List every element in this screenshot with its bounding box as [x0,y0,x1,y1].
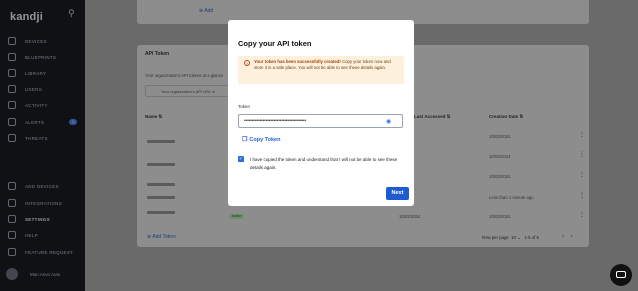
next-button[interactable]: Next [386,187,409,200]
row-creation-date: 10/02/2024 [489,134,511,139]
row-more-icon[interactable]: ⋮ [579,192,585,199]
section-title: API Token [145,51,170,57]
copy-token-button[interactable]: ❐ Copy Token [242,136,281,144]
sidebar-item-feature-request[interactable]: FEATURE REQUEST [8,246,73,258]
sidebar-item-threats[interactable]: THREATS [8,132,48,144]
user-menu[interactable]: Man Anvo Auto [6,268,60,280]
sidebar-item-label: BLUEPRINTS [25,54,57,60]
row-more-icon[interactable]: ⋮ [579,171,585,178]
users-icon [8,85,16,93]
sidebar-item-users[interactable]: USERS [8,83,42,95]
feature-request-icon [8,248,16,256]
column-header-creation-date[interactable]: Creation Date ⇅ [489,114,523,120]
sidebar-item-label: HELP [25,232,38,238]
token-field[interactable]: •••••••••••••••••••••••••••••••••••••••• [238,114,403,128]
sidebar-item-label: USERS [25,86,43,92]
sidebar-item-label: INTEGRATIONS [25,200,63,206]
sidebar-item-label: ACTIVITY [25,102,48,108]
integrations-icon [8,199,16,207]
pin-icon[interactable]: ⚲ [68,8,75,19]
sidebar-item-label: DEVICES [25,38,47,44]
avatar [6,268,18,280]
bell-icon [8,118,16,126]
laptop-icon [8,37,16,45]
warning-alert: ! Your token has been successfully creat… [238,56,404,84]
rows-per-page-label: Row per page [482,235,509,240]
row-creation-date: Less than 1 minute ago [489,195,534,200]
pagination: Row per page 10 ⌄ 1-5 of 5 [482,235,539,240]
alerts-count-badge: 1 [69,119,77,125]
sidebar-item-activity[interactable]: ACTIVITY [8,99,48,111]
sidebar-item-settings[interactable]: SETTINGS [8,213,50,225]
sidebar-item-add-devices[interactable]: ADD DEVICES [8,180,59,192]
sidebar-item-library[interactable]: LIBRARY [8,67,46,79]
library-icon [8,69,16,77]
sidebar-item-help[interactable]: HELP [8,229,38,241]
activity-icon [8,101,16,109]
chevron-left-icon[interactable]: ‹ [562,234,564,240]
chat-icon [616,271,626,278]
column-header-label: Creation Date [489,114,519,119]
chevron-right-icon[interactable]: › [571,234,573,240]
sidebar-overlay: kandji ⚲ DEVICES BLUEPRINTS LIBRARY USER… [0,0,85,291]
row-last-accessed: 10/02/2024 [399,214,421,219]
sidebar-item-label: SETTINGS [25,216,50,222]
warning-icon: ! [244,60,250,66]
acknowledge-text: I have copied the token and understand t… [250,157,398,170]
sidebar-item-integrations[interactable]: INTEGRATIONS [8,197,62,209]
row-name-blurred [147,196,175,199]
api-url-box: Your organization's API URL is [145,85,235,97]
pagination-nav: ‹ › [562,234,573,240]
column-header-name[interactable]: Name ⇅ [145,114,162,120]
token-label: Token [238,104,251,109]
row-name-blurred [147,163,175,166]
column-header-label: Last Accessed [414,114,446,119]
row-name-blurred [147,140,175,143]
sidebar-item-label: ALERTS [25,119,45,125]
add-token-button[interactable]: ⊕ Add Token [147,234,176,240]
copy-icon: ❐ [242,137,248,143]
sidebar-item-label: LIBRARY [25,70,47,76]
alert-headline: Your token has been successfully created… [254,59,341,64]
modal-title: Copy your API token [238,39,312,48]
eye-slash-icon[interactable]: ◉ [386,118,391,125]
row-more-icon[interactable]: ⋮ [579,211,585,218]
add-label: Add [204,8,214,14]
acknowledge-checkbox[interactable]: ✓ [238,156,244,162]
sidebar-item-alerts[interactable]: ALERTS [8,116,44,128]
row-more-icon[interactable]: ⋮ [579,151,585,158]
row-more-icon[interactable]: ⋮ [579,131,585,138]
status-badge: Active [229,214,244,219]
row-name-blurred [147,183,175,186]
rows-per-page-select[interactable]: 10 [511,235,516,240]
copy-token-modal: Copy your API token ! Your token has bee… [228,20,414,206]
page-range: 1-5 of 5 [524,235,539,240]
sidebar-item-devices[interactable]: DEVICES [8,35,47,47]
add-token-label: Add Token [152,234,176,240]
add-button[interactable]: ⊕ Add [199,8,213,14]
row-name-blurred [147,211,175,214]
section-description: Your organization's API tokens at a glan… [145,73,224,78]
sidebar-item-label: ADD DEVICES [25,183,59,189]
row-creation-date: 10/02/2024 [489,154,511,159]
row-creation-date: 10/02/2024 [489,174,511,179]
api-url-text: Your organization's API URL is [161,89,216,94]
user-name: Man Anvo Auto [30,271,61,277]
chat-button[interactable] [610,264,632,286]
column-header-label: Name [145,114,158,119]
sidebar-item-blueprints[interactable]: BLUEPRINTS [8,51,56,63]
blueprint-icon [8,53,16,61]
add-device-icon [8,182,16,190]
help-icon [8,231,16,239]
shield-icon [8,134,16,142]
sidebar-item-label: FEATURE REQUEST [25,249,74,255]
sidebar: kandji ⚲ DEVICES BLUEPRINTS LIBRARY USER… [0,0,85,291]
column-header-last-accessed[interactable]: Last Accessed ⇅ [414,114,450,120]
copy-token-label: Copy Token [249,136,281,143]
sidebar-item-label: THREATS [25,135,48,141]
gear-icon [8,215,16,223]
row-creation-date: 10/02/2024 [489,214,511,219]
kandji-logo: kandji [10,11,43,23]
